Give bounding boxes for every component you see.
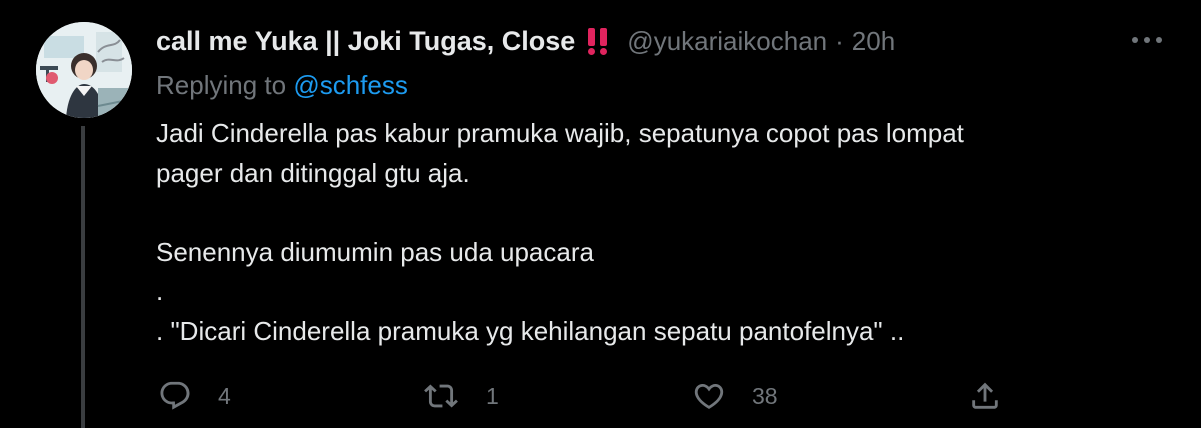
like-button[interactable]: 38: [692, 374, 778, 418]
tweet-text-line: Senennya diumumin pas uda upacara: [156, 236, 594, 267]
more-horizontal-icon[interactable]: [1131, 30, 1163, 50]
timestamp[interactable]: 20h: [852, 26, 895, 57]
tweet-text: Jadi Cinderella pas kabur pramuka wajib,…: [156, 114, 1156, 351]
reply-button[interactable]: 4: [158, 374, 231, 418]
replying-prefix: Replying to: [156, 70, 287, 100]
retweet-button[interactable]: 1: [422, 374, 499, 418]
reply-icon: [158, 379, 192, 413]
share-button[interactable]: [968, 374, 1002, 418]
tweet-text-line: .: [156, 276, 164, 306]
separator-dot: ·: [835, 25, 844, 56]
avatar-image: [36, 22, 132, 118]
tweet-text-line: pager dan ditinggal gtu aja.: [156, 157, 470, 188]
tweet-header: call me Yuka || Joki Tugas, Close @yukar…: [156, 22, 895, 60]
display-name[interactable]: call me Yuka || Joki Tugas, Close: [156, 26, 575, 57]
tweet-text-line: [156, 193, 1156, 233]
heart-icon: [692, 379, 726, 413]
retweet-count: 1: [486, 382, 499, 409]
double-exclamation-icon: [587, 26, 609, 56]
replying-to: Replying to @schfess: [156, 70, 408, 101]
tweet-text-line: Jadi Cinderella pas kabur pramuka wajib,…: [156, 118, 964, 148]
like-count: 38: [752, 382, 778, 409]
share-icon: [968, 379, 1002, 413]
thread-line: [81, 126, 85, 428]
tweet[interactable]: call me Yuka || Joki Tugas, Close @yukar…: [0, 0, 1201, 428]
avatar[interactable]: [36, 22, 132, 118]
reply-count: 4: [218, 382, 231, 409]
tweet-text-line: . "Dicari Cinderella pramuka yg kehilang…: [156, 315, 905, 346]
retweet-icon: [422, 379, 460, 413]
replying-mention-link[interactable]: @schfess: [293, 70, 408, 100]
user-handle[interactable]: @yukariaikochan: [627, 26, 827, 57]
tweet-actions: 4 1 38: [156, 374, 1016, 418]
